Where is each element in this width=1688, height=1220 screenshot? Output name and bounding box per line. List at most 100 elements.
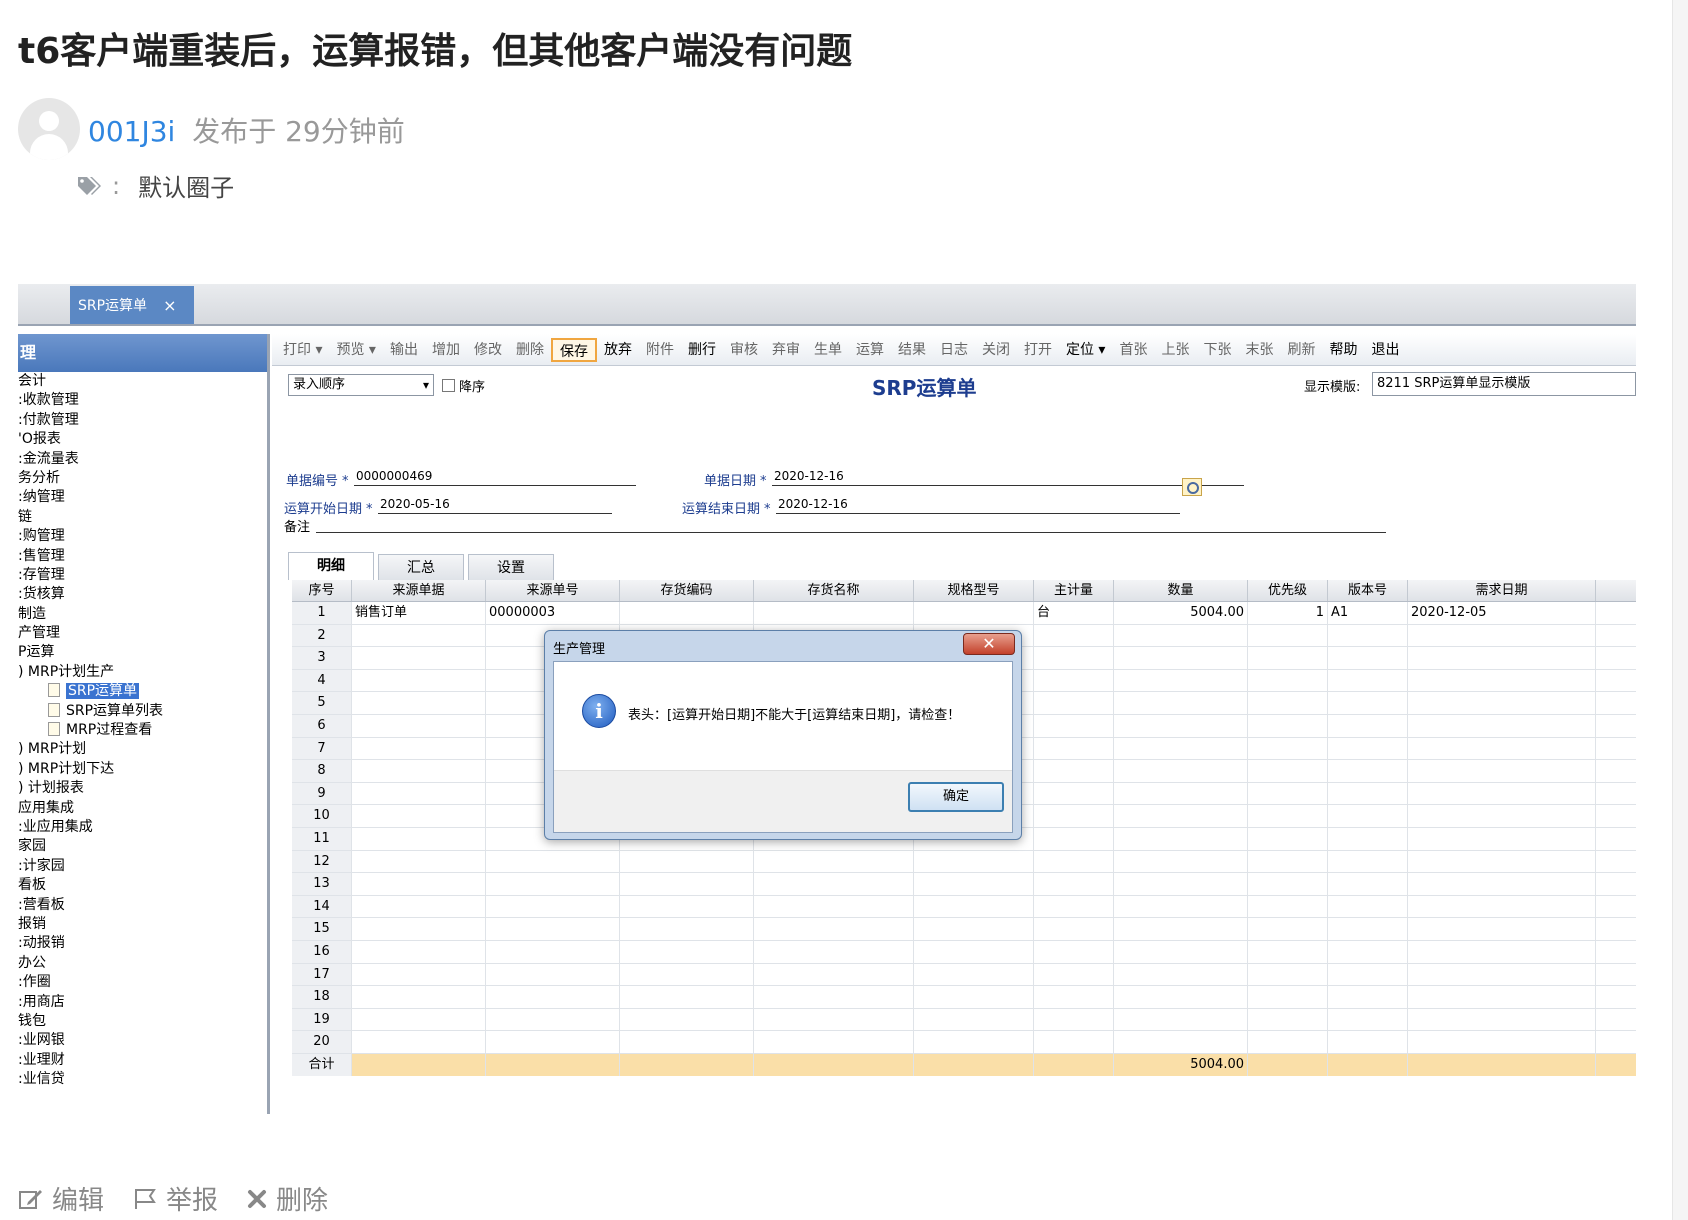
- sidebar-item[interactable]: :金流量表: [18, 450, 267, 469]
- report-button[interactable]: 举报: [132, 1180, 218, 1217]
- table-row[interactable]: 12: [292, 850, 1636, 874]
- sidebar-item[interactable]: P运算: [18, 643, 267, 662]
- tab-summary[interactable]: 汇总: [378, 554, 464, 580]
- toolbar-button[interactable]: 删除: [509, 338, 551, 362]
- toolbar-button[interactable]: 保存: [550, 337, 597, 362]
- sidebar-item[interactable]: MRP过程查看: [18, 721, 267, 740]
- toolbar-button[interactable]: 关闭: [975, 338, 1017, 362]
- toolbar-button[interactable]: 放弃: [597, 338, 639, 362]
- toolbar-button[interactable]: 退出: [1364, 338, 1406, 362]
- checkbox-box[interactable]: [442, 379, 455, 392]
- sidebar-item[interactable]: :付款管理: [18, 411, 267, 430]
- toolbar-button[interactable]: 修改: [467, 338, 509, 362]
- toolbar-button[interactable]: 上张: [1154, 338, 1196, 362]
- table-row[interactable]: 18: [292, 986, 1636, 1009]
- doc-date-field[interactable]: 2020-12-16: [772, 468, 1244, 486]
- edit-button[interactable]: 编辑: [18, 1180, 104, 1217]
- table-row[interactable]: 16: [292, 940, 1636, 964]
- grid-cell: [1034, 873, 1114, 895]
- sidebar-item[interactable]: ) MRP计划下达: [18, 760, 267, 779]
- sidebar-item[interactable]: SRP运算单列表: [18, 702, 267, 721]
- toolbar-button[interactable]: 删行: [681, 338, 723, 362]
- toolbar-button[interactable]: 弃审: [765, 338, 807, 362]
- table-row[interactable]: 19: [292, 1008, 1636, 1032]
- sidebar-item[interactable]: 链: [18, 508, 267, 527]
- sidebar-item[interactable]: :收款管理: [18, 391, 267, 410]
- sidebar-item[interactable]: :作圈: [18, 973, 267, 992]
- sidebar-item[interactable]: ) MRP计划生产: [18, 663, 267, 682]
- sidebar-item[interactable]: :购管理: [18, 527, 267, 546]
- sidebar-item[interactable]: 会计: [18, 372, 267, 391]
- tab-detail[interactable]: 明细: [288, 552, 374, 580]
- dialog-close-button[interactable]: ✕: [963, 633, 1015, 655]
- table-row[interactable]: 14: [292, 895, 1636, 919]
- sidebar-item[interactable]: :用商店: [18, 993, 267, 1012]
- sidebar-item[interactable]: :动报销: [18, 934, 267, 953]
- table-row[interactable]: 15: [292, 918, 1636, 941]
- sidebar-item[interactable]: 应用集成: [18, 799, 267, 818]
- doc-no-field[interactable]: 0000000469: [354, 468, 636, 486]
- toolbar-button[interactable]: 附件: [639, 338, 681, 362]
- sidebar-item[interactable]: ) MRP计划: [18, 740, 267, 759]
- tab-settings[interactable]: 设置: [468, 554, 554, 580]
- order-select[interactable]: 录入顺序: [288, 374, 434, 396]
- start-date-field[interactable]: 2020-05-16: [378, 496, 612, 514]
- sidebar-item[interactable]: 产管理: [18, 624, 267, 643]
- toolbar-button[interactable]: 生单: [807, 338, 849, 362]
- author-link[interactable]: 001J3i: [88, 115, 175, 148]
- sidebar-item[interactable]: :业网银: [18, 1031, 267, 1050]
- toolbar-button[interactable]: 帮助: [1322, 338, 1364, 362]
- ok-button[interactable]: 确定: [908, 782, 1004, 812]
- toolbar-button[interactable]: 定位 ▾: [1059, 338, 1112, 362]
- toolbar-button[interactable]: 增加: [425, 338, 467, 362]
- sidebar-item[interactable]: 办公: [18, 954, 267, 973]
- sidebar-item[interactable]: 'O报表: [18, 430, 267, 449]
- grid-cell: [1328, 647, 1408, 669]
- end-date-field[interactable]: 2020-12-16: [776, 496, 1180, 514]
- sidebar-item[interactable]: 制造: [18, 605, 267, 624]
- table-row[interactable]: 20: [292, 1031, 1636, 1054]
- sidebar-item[interactable]: 看板: [18, 876, 267, 895]
- tag-name[interactable]: 默认圈子: [138, 168, 234, 203]
- delete-button[interactable]: 删除: [246, 1180, 328, 1217]
- toolbar-button[interactable]: 下张: [1196, 338, 1238, 362]
- note-field[interactable]: [316, 532, 1386, 533]
- sidebar-item[interactable]: :计家园: [18, 857, 267, 876]
- toolbar-button[interactable]: 运算: [849, 338, 891, 362]
- sidebar-item[interactable]: 务分析: [18, 469, 267, 488]
- table-row[interactable]: 17: [292, 963, 1636, 987]
- sidebar-item[interactable]: :业应用集成: [18, 818, 267, 837]
- sidebar-item[interactable]: 报销: [18, 915, 267, 934]
- sidebar-item[interactable]: :纳管理: [18, 488, 267, 507]
- sidebar-item[interactable]: 钱包: [18, 1012, 267, 1031]
- sidebar-item[interactable]: :营看板: [18, 896, 267, 915]
- avatar[interactable]: [18, 98, 80, 160]
- sidebar-item[interactable]: :业信贷: [18, 1070, 267, 1089]
- toolbar-button[interactable]: 首张: [1112, 338, 1154, 362]
- sidebar-item[interactable]: 家园: [18, 837, 267, 856]
- sidebar-item[interactable]: :存管理: [18, 566, 267, 585]
- date-lookup-icon[interactable]: [1182, 478, 1202, 496]
- template-select[interactable]: 8211 SRP运算单显示模版: [1372, 372, 1636, 396]
- toolbar-button[interactable]: 审核: [723, 338, 765, 362]
- toolbar-button[interactable]: 刷新: [1280, 338, 1322, 362]
- toolbar-button[interactable]: 日志: [933, 338, 975, 362]
- toolbar-button[interactable]: 末张: [1238, 338, 1280, 362]
- toolbar-button[interactable]: 结果: [891, 338, 933, 362]
- page-scrollbar[interactable]: [1672, 0, 1688, 1220]
- sidebar-item[interactable]: ) 计划报表: [18, 779, 267, 798]
- table-row[interactable]: 1 销售订单 00000003 台 5004.00 1 A1 2020-12-05: [292, 602, 1636, 625]
- tab-close-icon[interactable]: ×: [163, 296, 176, 315]
- sidebar-item[interactable]: SRP运算单: [18, 682, 267, 701]
- toolbar-button[interactable]: 打印 ▾: [276, 338, 329, 362]
- grid-total-row[interactable]: 合计 5004.00: [292, 1053, 1636, 1077]
- tab-srp[interactable]: SRP运算单 ×: [70, 286, 194, 324]
- sidebar-item[interactable]: :售管理: [18, 547, 267, 566]
- toolbar-button[interactable]: 打开: [1017, 338, 1059, 362]
- sidebar-item[interactable]: :货核算: [18, 585, 267, 604]
- table-row[interactable]: 13: [292, 873, 1636, 896]
- toolbar-button[interactable]: 输出: [383, 338, 425, 362]
- desc-checkbox[interactable]: 降序: [442, 376, 485, 395]
- sidebar-item[interactable]: :业理财: [18, 1051, 267, 1070]
- toolbar-button[interactable]: 预览 ▾: [329, 338, 382, 362]
